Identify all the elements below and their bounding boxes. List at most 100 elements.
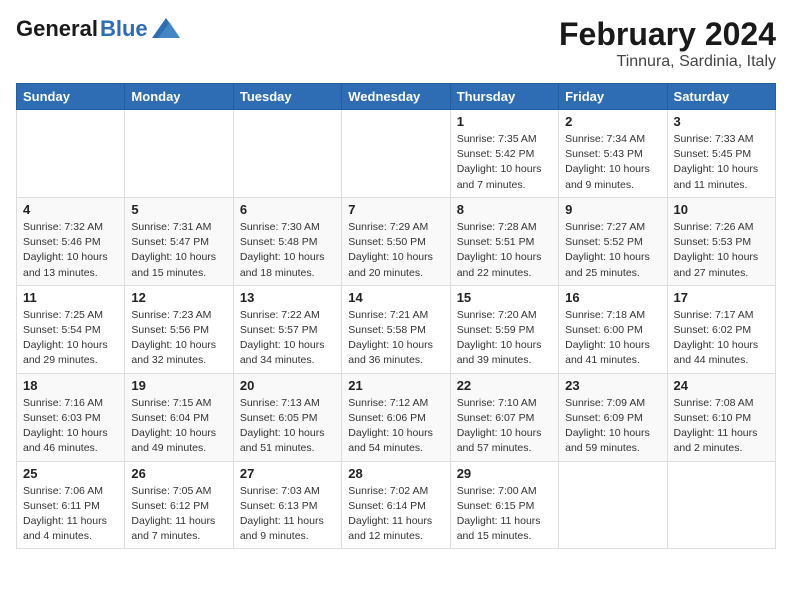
month-year: February 2024 <box>559 16 776 53</box>
calendar-cell <box>125 110 233 198</box>
calendar-cell: 14Sunrise: 7:21 AM Sunset: 5:58 PM Dayli… <box>342 285 450 373</box>
calendar-cell: 12Sunrise: 7:23 AM Sunset: 5:56 PM Dayli… <box>125 285 233 373</box>
day-info: Sunrise: 7:34 AM Sunset: 5:43 PM Dayligh… <box>565 132 660 193</box>
day-info: Sunrise: 7:13 AM Sunset: 6:05 PM Dayligh… <box>240 396 335 457</box>
day-number: 28 <box>348 466 443 481</box>
day-number: 18 <box>23 378 118 393</box>
day-info: Sunrise: 7:05 AM Sunset: 6:12 PM Dayligh… <box>131 484 226 545</box>
day-info: Sunrise: 7:09 AM Sunset: 6:09 PM Dayligh… <box>565 396 660 457</box>
calendar-cell: 28Sunrise: 7:02 AM Sunset: 6:14 PM Dayli… <box>342 461 450 549</box>
calendar-cell: 25Sunrise: 7:06 AM Sunset: 6:11 PM Dayli… <box>17 461 125 549</box>
day-number: 4 <box>23 202 118 217</box>
day-number: 23 <box>565 378 660 393</box>
calendar-cell: 15 Sunrise: 7:20 AM Sunset: 5:59 PM Dayli… <box>450 285 558 373</box>
day-info: Sunrise: 7:27 AM Sunset: 5:52 PM Dayligh… <box>565 220 660 281</box>
day-number: 2 <box>565 114 660 129</box>
weekday-header: Friday <box>559 84 667 110</box>
day-number: 26 <box>131 466 226 481</box>
page-header: General Blue February 2024 Tinnura, Sard… <box>16 16 776 71</box>
day-number: 21 <box>348 378 443 393</box>
logo-general: General <box>16 16 98 42</box>
day-info: Sunrise: 7:25 AM Sunset: 5:54 PM Dayligh… <box>23 308 118 369</box>
title-block: February 2024 Tinnura, Sardinia, Italy <box>559 16 776 71</box>
location: Tinnura, Sardinia, Italy <box>559 53 776 71</box>
calendar-cell: 5 Sunrise: 7:31 AM Sunset: 5:47 PM Daylig… <box>125 197 233 285</box>
day-info: Sunrise: 7:28 AM Sunset: 5:51 PM Dayligh… <box>457 220 552 281</box>
day-info: Sunrise: 7:08 AM Sunset: 6:10 PM Dayligh… <box>674 396 769 457</box>
day-info: Sunrise: 7:32 AM Sunset: 5:46 PM Dayligh… <box>23 220 118 281</box>
calendar-cell: 2 Sunrise: 7:34 AM Sunset: 5:43 PM Daylig… <box>559 110 667 198</box>
calendar-cell: 16 Sunrise: 7:18 AM Sunset: 6:00 PM Dayli… <box>559 285 667 373</box>
calendar-cell: 24 Sunrise: 7:08 AM Sunset: 6:10 PM Dayli… <box>667 373 775 461</box>
calendar-cell: 19 Sunrise: 7:15 AM Sunset: 6:04 PM Dayli… <box>125 373 233 461</box>
calendar-cell: 10 Sunrise: 7:26 AM Sunset: 5:53 PM Dayli… <box>667 197 775 285</box>
day-info: Sunrise: 7:17 AM Sunset: 6:02 PM Dayligh… <box>674 308 769 369</box>
calendar-cell: 4 Sunrise: 7:32 AM Sunset: 5:46 PM Daylig… <box>17 197 125 285</box>
day-number: 19 <box>131 378 226 393</box>
calendar-cell: 6 Sunrise: 7:30 AM Sunset: 5:48 PM Daylig… <box>233 197 341 285</box>
calendar-cell: 13 Sunrise: 7:22 AM Sunset: 5:57 PM Dayli… <box>233 285 341 373</box>
calendar-cell: 3 Sunrise: 7:33 AM Sunset: 5:45 PM Daylig… <box>667 110 775 198</box>
calendar-week-row: 1Sunrise: 7:35 AM Sunset: 5:42 PM Daylig… <box>17 110 776 198</box>
day-number: 24 <box>674 378 769 393</box>
weekday-header: Thursday <box>450 84 558 110</box>
weekday-header: Saturday <box>667 84 775 110</box>
day-info: Sunrise: 7:16 AM Sunset: 6:03 PM Dayligh… <box>23 396 118 457</box>
day-info: Sunrise: 7:23 AM Sunset: 5:56 PM Dayligh… <box>131 308 226 369</box>
day-info: Sunrise: 7:18 AM Sunset: 6:00 PM Dayligh… <box>565 308 660 369</box>
day-info: Sunrise: 7:00 AM Sunset: 6:15 PM Dayligh… <box>457 484 552 545</box>
calendar-week-row: 18 Sunrise: 7:16 AM Sunset: 6:03 PM Dayli… <box>17 373 776 461</box>
day-info: Sunrise: 7:22 AM Sunset: 5:57 PM Dayligh… <box>240 308 335 369</box>
calendar-week-row: 11 Sunrise: 7:25 AM Sunset: 5:54 PM Dayli… <box>17 285 776 373</box>
day-number: 10 <box>674 202 769 217</box>
day-number: 3 <box>674 114 769 129</box>
day-info: Sunrise: 7:31 AM Sunset: 5:47 PM Dayligh… <box>131 220 226 281</box>
weekday-header: Tuesday <box>233 84 341 110</box>
day-info: Sunrise: 7:35 AM Sunset: 5:42 PM Dayligh… <box>457 132 552 193</box>
day-number: 6 <box>240 202 335 217</box>
weekday-header: Wednesday <box>342 84 450 110</box>
calendar-cell: 11 Sunrise: 7:25 AM Sunset: 5:54 PM Dayli… <box>17 285 125 373</box>
day-number: 8 <box>457 202 552 217</box>
logo-icon <box>152 18 180 38</box>
calendar-week-row: 4 Sunrise: 7:32 AM Sunset: 5:46 PM Daylig… <box>17 197 776 285</box>
calendar-cell: 1Sunrise: 7:35 AM Sunset: 5:42 PM Daylig… <box>450 110 558 198</box>
logo: General Blue <box>16 16 180 42</box>
calendar-cell: 27 Sunrise: 7:03 AM Sunset: 6:13 PM Dayli… <box>233 461 341 549</box>
calendar-cell <box>559 461 667 549</box>
day-number: 20 <box>240 378 335 393</box>
calendar-cell: 29 Sunrise: 7:00 AM Sunset: 6:15 PM Dayli… <box>450 461 558 549</box>
calendar-cell: 17Sunrise: 7:17 AM Sunset: 6:02 PM Dayli… <box>667 285 775 373</box>
day-number: 29 <box>457 466 552 481</box>
day-info: Sunrise: 7:26 AM Sunset: 5:53 PM Dayligh… <box>674 220 769 281</box>
day-info: Sunrise: 7:03 AM Sunset: 6:13 PM Dayligh… <box>240 484 335 545</box>
calendar-cell: 21 Sunrise: 7:12 AM Sunset: 6:06 PM Dayli… <box>342 373 450 461</box>
weekday-header: Sunday <box>17 84 125 110</box>
day-number: 11 <box>23 290 118 305</box>
calendar-cell: 7Sunrise: 7:29 AM Sunset: 5:50 PM Daylig… <box>342 197 450 285</box>
day-number: 27 <box>240 466 335 481</box>
day-number: 13 <box>240 290 335 305</box>
day-number: 15 <box>457 290 552 305</box>
calendar-table: SundayMondayTuesdayWednesdayThursdayFrid… <box>16 83 776 549</box>
calendar-cell: 26 Sunrise: 7:05 AM Sunset: 6:12 PM Dayli… <box>125 461 233 549</box>
day-number: 9 <box>565 202 660 217</box>
calendar-cell: 22 Sunrise: 7:10 AM Sunset: 6:07 PM Dayli… <box>450 373 558 461</box>
day-number: 7 <box>348 202 443 217</box>
day-info: Sunrise: 7:15 AM Sunset: 6:04 PM Dayligh… <box>131 396 226 457</box>
day-number: 5 <box>131 202 226 217</box>
day-info: Sunrise: 7:33 AM Sunset: 5:45 PM Dayligh… <box>674 132 769 193</box>
day-number: 16 <box>565 290 660 305</box>
day-info: Sunrise: 7:30 AM Sunset: 5:48 PM Dayligh… <box>240 220 335 281</box>
day-info: Sunrise: 7:12 AM Sunset: 6:06 PM Dayligh… <box>348 396 443 457</box>
calendar-cell: 18 Sunrise: 7:16 AM Sunset: 6:03 PM Dayli… <box>17 373 125 461</box>
calendar-week-row: 25Sunrise: 7:06 AM Sunset: 6:11 PM Dayli… <box>17 461 776 549</box>
day-info: Sunrise: 7:21 AM Sunset: 5:58 PM Dayligh… <box>348 308 443 369</box>
calendar-header-row: SundayMondayTuesdayWednesdayThursdayFrid… <box>17 84 776 110</box>
calendar-cell: 23 Sunrise: 7:09 AM Sunset: 6:09 PM Dayli… <box>559 373 667 461</box>
calendar-cell <box>17 110 125 198</box>
calendar-cell <box>342 110 450 198</box>
day-info: Sunrise: 7:20 AM Sunset: 5:59 PM Dayligh… <box>457 308 552 369</box>
day-number: 22 <box>457 378 552 393</box>
day-info: Sunrise: 7:10 AM Sunset: 6:07 PM Dayligh… <box>457 396 552 457</box>
